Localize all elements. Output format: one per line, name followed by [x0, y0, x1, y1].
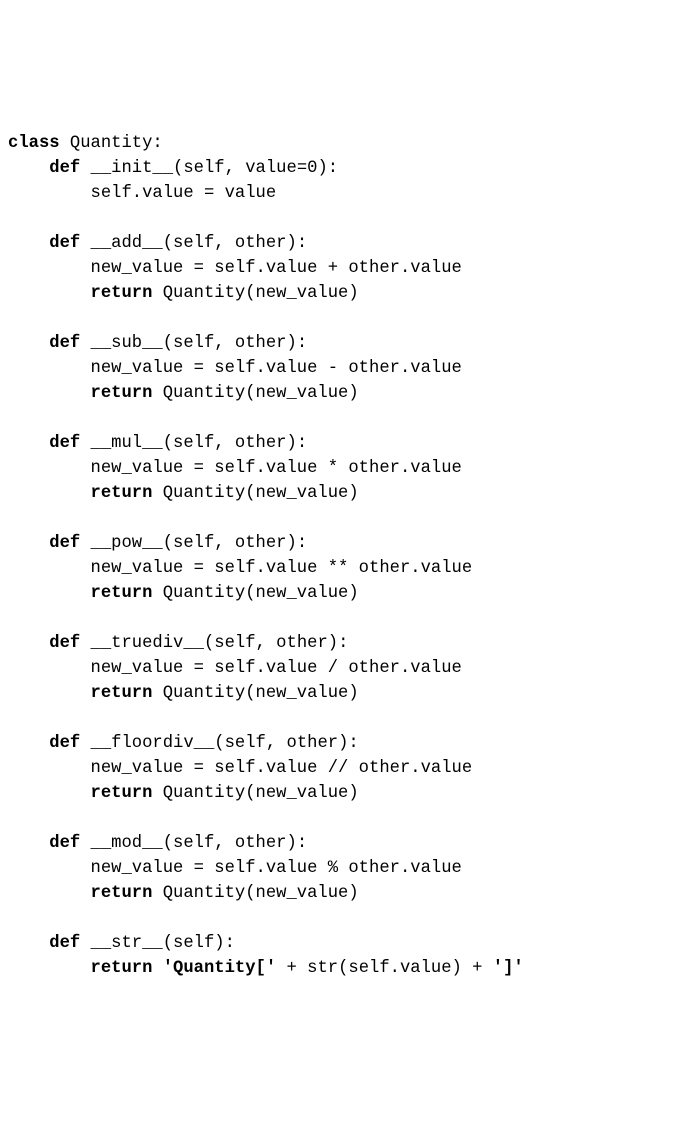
code-line: def __str__(self): — [8, 934, 235, 953]
code-line: return Quantity(new_value) — [8, 484, 359, 503]
code-text: __pow__(self, other): — [91, 534, 308, 553]
code-text: Quantity(new_value) — [163, 484, 359, 503]
code-text: __str__(self): — [91, 934, 235, 953]
code-line: return Quantity(new_value) — [8, 584, 359, 603]
code-text: __mod__(self, other): — [91, 834, 308, 853]
keyword-span: def — [49, 834, 90, 853]
code-text: new_value = self.value // other.value — [91, 759, 473, 778]
code-line: return Quantity(new_value) — [8, 784, 359, 803]
keyword-span: return — [91, 684, 163, 703]
code-text: new_value = self.value / other.value — [91, 659, 462, 678]
code-line: new_value = self.value - other.value — [8, 359, 462, 378]
code-text: __init__(self, value=0): — [91, 159, 339, 178]
code-line: new_value = self.value ** other.value — [8, 559, 472, 578]
code-text: Quantity(new_value) — [163, 784, 359, 803]
keyword-span: return — [91, 484, 163, 503]
keyword-span: return 'Quantity[' — [91, 959, 287, 978]
keyword-span: def — [49, 434, 90, 453]
keyword-span: return — [91, 784, 163, 803]
keyword-span: def — [49, 534, 90, 553]
keyword-span: def — [49, 634, 90, 653]
code-line: self.value = value — [8, 184, 276, 203]
code-text: new_value = self.value - other.value — [91, 359, 462, 378]
code-line: def __mul__(self, other): — [8, 434, 307, 453]
code-line: new_value = self.value * other.value — [8, 459, 462, 478]
code-text: Quantity: — [70, 134, 163, 153]
keyword-span: def — [49, 934, 90, 953]
code-text: __floordiv__(self, other): — [91, 734, 359, 753]
code-line: def __sub__(self, other): — [8, 334, 307, 353]
code-line: def __mod__(self, other): — [8, 834, 307, 853]
keyword-span: return — [91, 384, 163, 403]
code-line: def __pow__(self, other): — [8, 534, 307, 553]
code-text: + str(self.value) + — [287, 959, 493, 978]
code-text: new_value = self.value % other.value — [91, 859, 462, 878]
code-text: Quantity(new_value) — [163, 884, 359, 903]
code-text: Quantity(new_value) — [163, 684, 359, 703]
code-line: new_value = self.value % other.value — [8, 859, 462, 878]
keyword-span: class — [8, 134, 70, 153]
code-text: __sub__(self, other): — [91, 334, 308, 353]
code-line: new_value = self.value / other.value — [8, 659, 462, 678]
code-line: def __truediv__(self, other): — [8, 634, 348, 653]
code-text: __mul__(self, other): — [91, 434, 308, 453]
code-text: new_value = self.value + other.value — [91, 259, 462, 278]
code-text: __truediv__(self, other): — [91, 634, 349, 653]
code-text: self.value = value — [91, 184, 277, 203]
keyword-span: def — [49, 734, 90, 753]
code-line: def __add__(self, other): — [8, 234, 307, 253]
code-line: return Quantity(new_value) — [8, 384, 359, 403]
code-line: def __init__(self, value=0): — [8, 159, 338, 178]
code-text: Quantity(new_value) — [163, 384, 359, 403]
code-text: __add__(self, other): — [91, 234, 308, 253]
code-text: Quantity(new_value) — [163, 584, 359, 603]
keyword-span: ']' — [493, 959, 524, 978]
code-line: def __floordiv__(self, other): — [8, 734, 359, 753]
code-line: new_value = self.value + other.value — [8, 259, 462, 278]
keyword-span: return — [91, 284, 163, 303]
code-line: return 'Quantity[' + str(self.value) + '… — [8, 959, 524, 978]
keyword-span: def — [49, 159, 90, 178]
code-line: new_value = self.value // other.value — [8, 759, 472, 778]
code-line: return Quantity(new_value) — [8, 684, 359, 703]
code-line: return Quantity(new_value) — [8, 284, 359, 303]
code-text: new_value = self.value ** other.value — [91, 559, 473, 578]
code-text: Quantity(new_value) — [163, 284, 359, 303]
code-text: new_value = self.value * other.value — [91, 459, 462, 478]
keyword-span: return — [91, 584, 163, 603]
keyword-span: return — [91, 884, 163, 903]
code-line: return Quantity(new_value) — [8, 884, 359, 903]
keyword-span: def — [49, 234, 90, 253]
code-line: class Quantity: — [8, 134, 163, 153]
keyword-span: def — [49, 334, 90, 353]
code-block: class Quantity: def __init__(self, value… — [8, 131, 681, 981]
